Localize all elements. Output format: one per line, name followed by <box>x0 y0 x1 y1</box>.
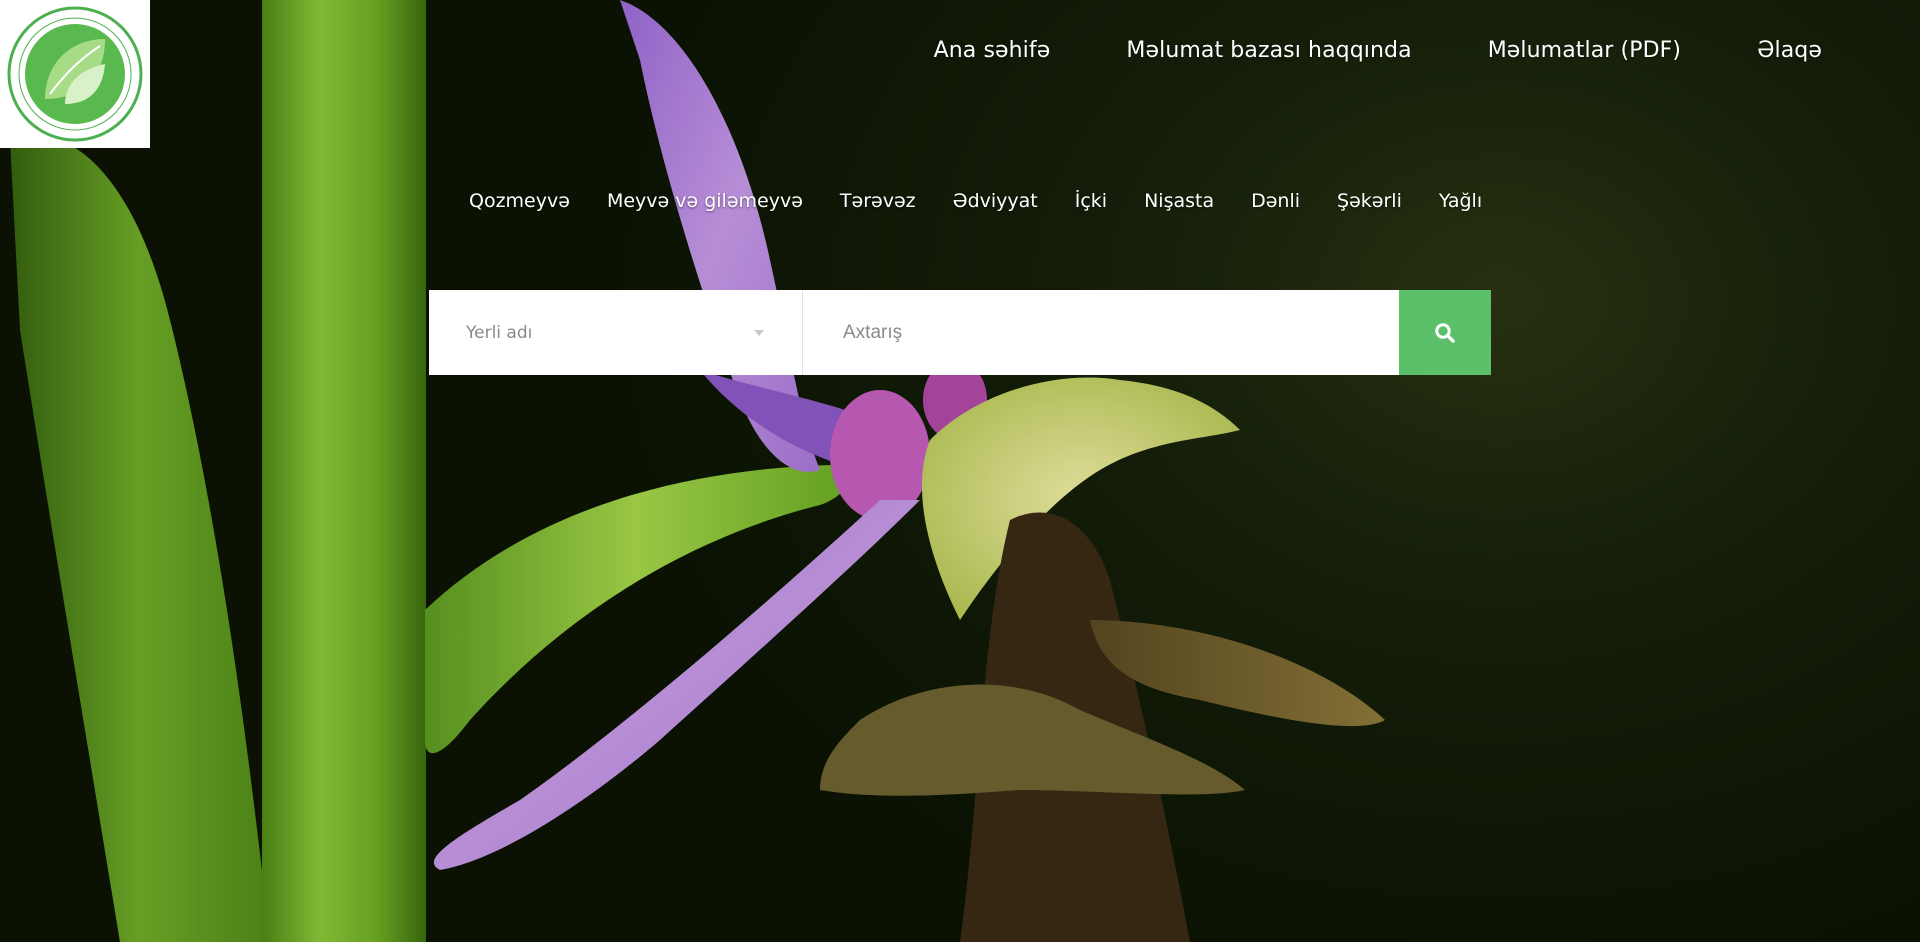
search-type-value: Yerli adı <box>466 322 533 343</box>
leaf-logo-icon <box>7 6 143 142</box>
search-input[interactable] <box>803 290 1399 375</box>
search-icon <box>1435 322 1455 343</box>
category-sugar[interactable]: Şəkərli <box>1337 190 1402 212</box>
category-grains[interactable]: Dənli <box>1251 190 1300 212</box>
search-bar: Yerli adı <box>429 290 1491 375</box>
category-beverages[interactable]: İçki <box>1075 190 1107 212</box>
category-nuts[interactable]: Qozmeyvə <box>469 190 570 212</box>
chevron-down-icon <box>754 329 764 336</box>
category-vegetables[interactable]: Tərəvəz <box>840 190 916 212</box>
category-starch[interactable]: Nişasta <box>1144 190 1214 212</box>
search-type-select[interactable]: Yerli adı <box>429 290 803 375</box>
category-oil[interactable]: Yağlı <box>1439 190 1482 212</box>
top-navigation: Ana səhifə Məlumat bazası haqqında Məlum… <box>934 38 1822 63</box>
nav-about-database[interactable]: Məlumat bazası haqqında <box>1126 38 1411 63</box>
hero-background-image <box>0 0 1920 942</box>
category-fruits-berries[interactable]: Meyvə və giləmeyvə <box>607 190 803 212</box>
search-button[interactable] <box>1399 290 1491 375</box>
category-navigation: Qozmeyvə Meyvə və giləmeyvə Tərəvəz Ədvi… <box>469 190 1482 212</box>
nav-contact[interactable]: Əlaqə <box>1757 38 1822 63</box>
nav-home[interactable]: Ana səhifə <box>934 38 1051 63</box>
nav-data-pdf[interactable]: Məlumatlar (PDF) <box>1488 38 1681 63</box>
hero-banner: Ana səhifə Məlumat bazası haqqında Məlum… <box>0 0 1920 942</box>
category-spices[interactable]: Ədviyyat <box>953 190 1038 212</box>
site-logo[interactable] <box>0 0 150 148</box>
